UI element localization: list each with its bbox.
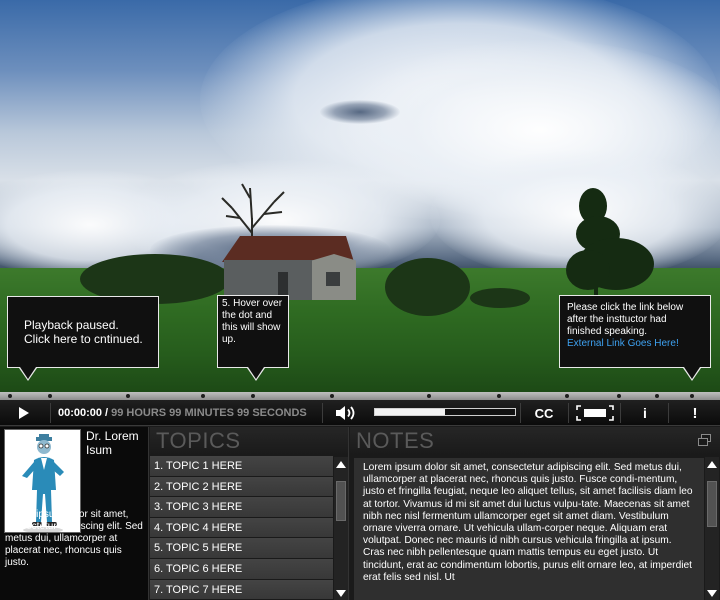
- timeline-dot[interactable]: [690, 394, 694, 398]
- video-frame[interactable]: Playback paused. Click here to cntinued.…: [0, 0, 720, 392]
- scroll-down-arrow-icon[interactable]: [705, 586, 719, 600]
- scroll-up-arrow-icon[interactable]: [334, 457, 348, 471]
- popout-window-icon[interactable]: [698, 434, 712, 447]
- notes-panel: NOTES Lorem ipsum dolor sit amet, consec…: [350, 427, 720, 600]
- notes-body: Lorem ipsum dolor sit amet, consectetur …: [354, 458, 704, 600]
- current-time: 00:00:00: [58, 407, 103, 419]
- timeline-dot[interactable]: [427, 394, 431, 398]
- farmhouse-window: [326, 272, 340, 286]
- alert-icon: !: [692, 404, 698, 422]
- divider: [50, 403, 51, 423]
- timeline-dot[interactable]: [565, 394, 569, 398]
- info-button[interactable]: i: [624, 400, 666, 426]
- storm-cloud: [320, 100, 400, 124]
- speaker-icon: [336, 406, 355, 420]
- volume-slider-fill: [375, 409, 445, 415]
- scroll-thumb[interactable]: [336, 481, 346, 521]
- timeline-dot[interactable]: [201, 394, 205, 398]
- notes-scrollbar[interactable]: [705, 457, 719, 600]
- topic-list: 1. TOPIC 1 HERE 2. TOPIC 2 HERE 3. TOPIC…: [150, 456, 333, 600]
- farmhouse-door: [278, 272, 288, 296]
- playback-paused-callout[interactable]: Playback paused. Click here to cntinued.: [7, 296, 159, 381]
- hover-dot-text: 5. Hover over the dot and this will show…: [222, 298, 283, 345]
- topic-item[interactable]: 1. TOPIC 1 HERE: [150, 456, 333, 477]
- bush: [470, 288, 530, 308]
- fullscreen-icon: [576, 405, 614, 421]
- bush: [385, 258, 470, 316]
- topic-item[interactable]: 5. TOPIC 5 HERE: [150, 538, 333, 559]
- notes-text: Lorem ipsum dolor sit amet, consectetur …: [363, 462, 693, 583]
- topic-item[interactable]: 4. TOPIC 4 HERE: [150, 517, 333, 539]
- timeline-dot[interactable]: [251, 394, 255, 398]
- volume-button[interactable]: [328, 400, 364, 426]
- play-button[interactable]: [0, 400, 48, 426]
- divider: [568, 403, 569, 423]
- scroll-up-arrow-icon[interactable]: [705, 457, 719, 471]
- timeline-dot[interactable]: [617, 394, 621, 398]
- alert-button[interactable]: !: [672, 400, 718, 426]
- external-link-callout: Please click the link below after the in…: [559, 295, 711, 381]
- external-link[interactable]: External Link Goes Here!: [567, 338, 679, 349]
- closed-captions-button[interactable]: CC: [522, 400, 566, 426]
- topic-item[interactable]: 6. TOPIC 6 HERE: [150, 558, 333, 580]
- play-icon: [19, 407, 29, 419]
- timeline-dot[interactable]: [330, 394, 334, 398]
- topics-panel: TOPICS 1. TOPIC 1 HERE 2. TOPIC 2 HERE 3…: [150, 427, 349, 600]
- topic-item[interactable]: 7. TOPIC 7 HERE: [150, 579, 333, 600]
- instructor-panel: Dr. Lorem Isum Lorem ipsum dolor sit ame…: [0, 427, 149, 600]
- timeline-dot[interactable]: [48, 394, 52, 398]
- pine-tree: [566, 188, 654, 296]
- instructor-name: Dr. Lorem Isum: [86, 429, 139, 457]
- scroll-thumb[interactable]: [707, 481, 717, 527]
- farmhouse-wall: [224, 260, 314, 300]
- timeline-dot[interactable]: [126, 394, 130, 398]
- timeline-dot[interactable]: [497, 394, 501, 398]
- player-controls: 00:00:00/99 HOURS 99 MINUTES 99 SECONDS …: [0, 400, 720, 426]
- timeline-dot[interactable]: [655, 394, 659, 398]
- instructor-bio: Lorem ipsum dolor sit amet, consectetur …: [5, 509, 143, 568]
- fullscreen-button[interactable]: [572, 400, 618, 426]
- topic-item[interactable]: 3. TOPIC 3 HERE: [150, 497, 333, 518]
- divider: [322, 403, 323, 423]
- info-icon: i: [643, 405, 647, 421]
- volume-slider[interactable]: [374, 408, 516, 416]
- scroll-down-arrow-icon[interactable]: [334, 586, 348, 600]
- topic-item[interactable]: 2. TOPIC 2 HERE: [150, 476, 333, 498]
- divider: [520, 403, 521, 423]
- divider: [668, 403, 669, 423]
- divider: [620, 403, 621, 423]
- cc-label: CC: [534, 405, 554, 421]
- time-separator: /: [105, 407, 109, 419]
- farmhouse: [222, 236, 356, 300]
- time-display: 00:00:00/99 HOURS 99 MINUTES 99 SECONDS: [58, 400, 307, 426]
- playback-paused-text: Playback paused. Click here to cntinued.: [24, 318, 143, 346]
- topics-heading: TOPICS: [150, 427, 348, 455]
- external-link-message: Please click the link below after the in…: [567, 302, 684, 337]
- hover-dot-callout: 5. Hover over the dot and this will show…: [217, 295, 289, 381]
- timeline-scrub-bar[interactable]: [0, 392, 720, 400]
- topics-scrollbar[interactable]: [334, 457, 348, 600]
- timeline-dot[interactable]: [8, 394, 12, 398]
- notes-heading: NOTES: [350, 427, 720, 455]
- total-duration: 99 HOURS 99 MINUTES 99 SECONDS: [111, 407, 307, 419]
